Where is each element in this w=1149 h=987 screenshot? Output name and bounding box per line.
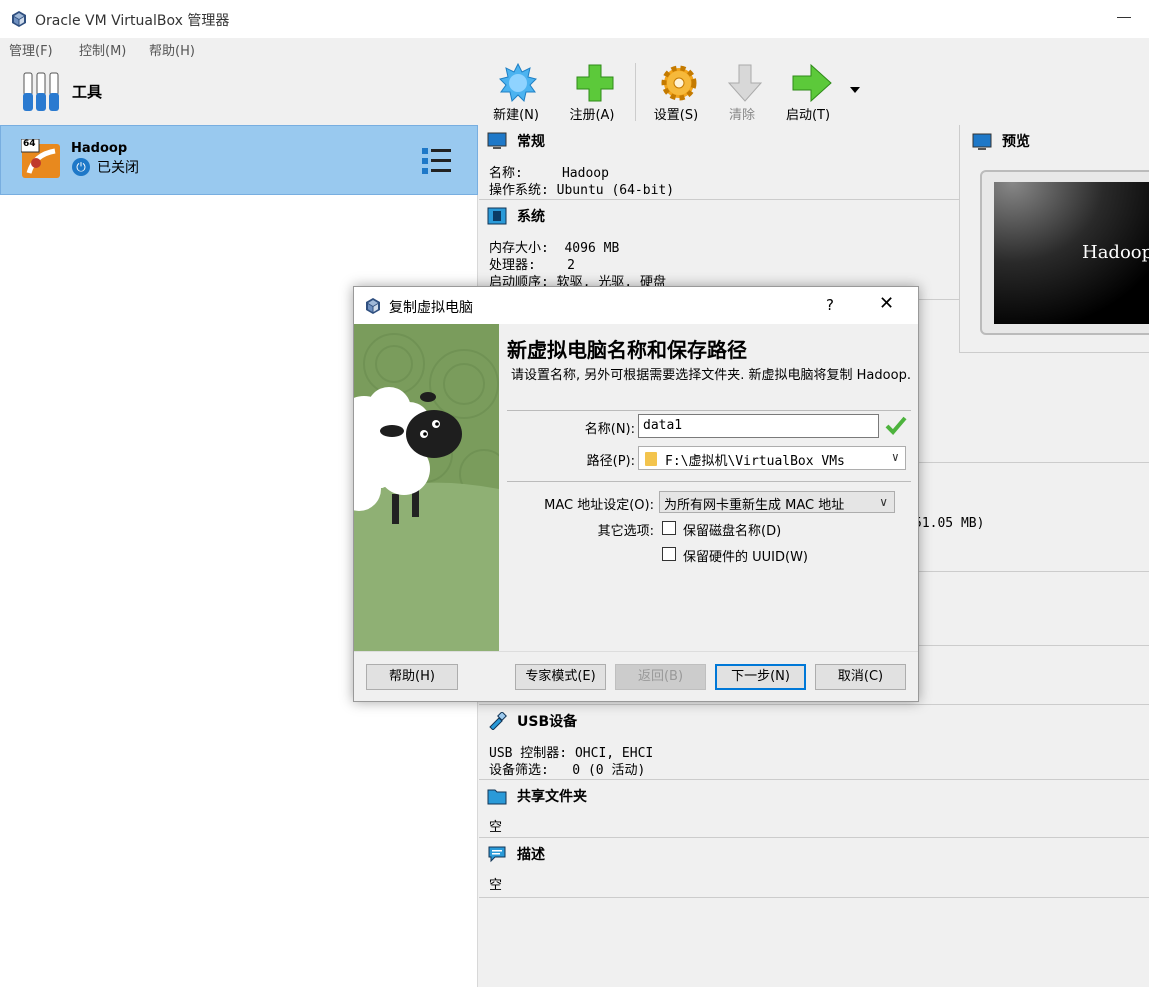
folder-icon [487, 787, 507, 805]
dialog-footer: 帮助(H) 专家模式(E) 返回(B) 下一步(N) 取消(C) [354, 651, 918, 701]
preview-monitor-icon [972, 133, 992, 155]
dialog-titlebar: 复制虚拟电脑 ? ✕ [354, 287, 918, 324]
keep-uuids-checkbox[interactable] [662, 547, 676, 561]
dialog-title: 复制虚拟电脑 [389, 300, 473, 316]
next-button[interactable]: 下一步(N) [715, 664, 806, 690]
register-button[interactable]: 注册(A) [561, 59, 623, 125]
dialog-close-button[interactable]: ✕ [879, 293, 894, 314]
usb-icon [487, 711, 507, 731]
power-off-icon: ⏻ [72, 158, 90, 176]
divider [507, 481, 911, 482]
wizard-sheep-illustration [354, 324, 499, 651]
path-label: 路径(P): [586, 454, 635, 469]
chevron-down-icon: ∨ [891, 450, 899, 464]
section-usb: USB设备 USB 控制器: OHCI, EHCI 设备筛选: 0 (0 活动) [479, 705, 1149, 780]
keep-disk-names-label[interactable]: 保留磁盘名称(D) [683, 520, 781, 539]
chip-icon [487, 207, 507, 225]
path-select[interactable]: F:\虚拟机\VirtualBox VMs ∨ [638, 446, 906, 470]
vm-name-input[interactable]: data1 [638, 414, 879, 438]
discard-label: 清除 [728, 108, 755, 123]
main-toolbar: 新建(N) 注册(A) 设置(S) 清除 启动(T) [479, 59, 1149, 125]
vm-state: 已关闭 [97, 160, 139, 176]
monitor-icon [487, 132, 507, 150]
new-button[interactable]: 新建(N) [485, 59, 547, 125]
mac-policy-select[interactable]: 为所有网卡重新生成 MAC 地址 ∨ [659, 491, 895, 513]
section-description: 描述 空 [479, 838, 1149, 898]
dialog-heading: 新虚拟电脑名称和保存路径 [507, 338, 747, 362]
keep-uuids-label[interactable]: 保留硬件的 UUID(W) [683, 546, 808, 565]
dialog-help-button[interactable]: ? [826, 296, 834, 314]
tools-item[interactable]: 工具 [0, 59, 478, 125]
general-os-row: 操作系统: Ubuntu (64-bit) [489, 183, 675, 198]
toolbar-separator [635, 63, 636, 121]
chevron-down-icon: ∨ [879, 495, 888, 509]
section-system: 系统 内存大小: 4096 MB 处理器: 2 启动顺序: 软驱, 光驱, 硬盘 [479, 200, 959, 300]
section-system-title: 系统 [517, 209, 545, 225]
settings-button[interactable]: 设置(S) [645, 59, 707, 125]
cancel-button[interactable]: 取消(C) [815, 664, 906, 690]
dialog-content: 新虚拟电脑名称和保存路径 请设置名称, 另外可根据需要选择文件夹. 新虚拟电脑将… [499, 324, 918, 651]
menu-machine[interactable]: 控制(M) [79, 40, 126, 59]
tools-label: 工具 [72, 83, 103, 101]
usb-filter-row: 设备筛选: 0 (0 活动) [489, 763, 646, 778]
clone-vm-dialog: 复制虚拟电脑 ? ✕ 新虚拟电脑名称和保存路径 请设置名称, 另外可根据需要选择… [353, 286, 919, 702]
section-general-title: 常规 [517, 134, 545, 150]
section-general: 常规 名称: Hadoop 操作系统: Ubuntu (64-bit) [479, 125, 959, 200]
menu-help[interactable]: 帮助(H) [149, 40, 195, 59]
section-shared-folders: 共享文件夹 空 [479, 780, 1149, 838]
vm-list-item-hadoop[interactable]: 64 Hadoop ⏻ 已关闭 [0, 125, 478, 195]
window-titlebar: Oracle VM VirtualBox 管理器 [0, 0, 1149, 38]
settings-label: 设置(S) [653, 108, 699, 123]
speech-bubble-icon [487, 845, 507, 863]
shared-folders-value: 空 [489, 820, 503, 835]
preview-title: 预览 [1002, 134, 1030, 150]
storage-size-fragment: 51.05 MB) [914, 516, 985, 531]
gear-icon [661, 65, 697, 101]
section-usb-title: USB设备 [517, 714, 578, 730]
other-options-label: 其它选项: [597, 524, 654, 539]
new-icon [499, 63, 537, 102]
start-arrow-icon [792, 63, 832, 103]
description-value: 空 [489, 878, 503, 893]
virtualbox-logo-icon [10, 10, 28, 32]
register-label: 注册(A) [569, 108, 615, 123]
path-value: F:\虚拟机\VirtualBox VMs [665, 454, 845, 469]
vm-name: Hadoop [71, 141, 128, 156]
start-dropdown-arrow-icon[interactable] [850, 87, 860, 93]
divider [507, 410, 911, 411]
name-label: 名称(N): [584, 422, 635, 437]
menu-bar: 管理(F) 控制(M) 帮助(H) [0, 38, 1149, 59]
add-icon [576, 64, 614, 102]
menu-file[interactable]: 管理(F) [9, 40, 53, 59]
preview-screen: Hadoop [994, 182, 1149, 324]
minimize-button[interactable] [1117, 17, 1131, 18]
vm-arch-badge: 64 [23, 139, 36, 149]
mac-policy-label: MAC 地址设定(O): [544, 498, 654, 513]
discard-button[interactable]: 清除 [711, 59, 773, 125]
valid-checkmark-icon [885, 415, 907, 439]
tools-icon [22, 71, 62, 117]
discard-arrow-icon [727, 64, 763, 102]
preview-screen-text: Hadoop [1082, 242, 1149, 263]
folder-icon [645, 452, 657, 466]
start-label: 启动(T) [785, 108, 831, 123]
back-button[interactable]: 返回(B) [615, 664, 706, 690]
section-description-title: 描述 [517, 847, 545, 863]
dialog-description: 请设置名称, 另外可根据需要选择文件夹. 新虚拟电脑将复制 Hadoop. [511, 368, 911, 383]
start-button[interactable]: 启动(T) [777, 59, 839, 125]
preview-screen-frame: Hadoop [980, 170, 1149, 335]
help-button[interactable]: 帮助(H) [366, 664, 458, 690]
preview-panel: 预览 Hadoop [959, 125, 1149, 353]
new-label: 新建(N) [493, 108, 539, 123]
expert-mode-button[interactable]: 专家模式(E) [515, 664, 606, 690]
section-shared-folders-title: 共享文件夹 [517, 789, 587, 805]
dialog-virtualbox-icon [364, 297, 382, 319]
window-title: Oracle VM VirtualBox 管理器 [35, 13, 230, 29]
mac-policy-value: 为所有网卡重新生成 MAC 地址 [664, 498, 845, 513]
keep-disk-names-checkbox[interactable] [662, 521, 676, 535]
vm-details-menu-icon[interactable] [421, 146, 453, 180]
